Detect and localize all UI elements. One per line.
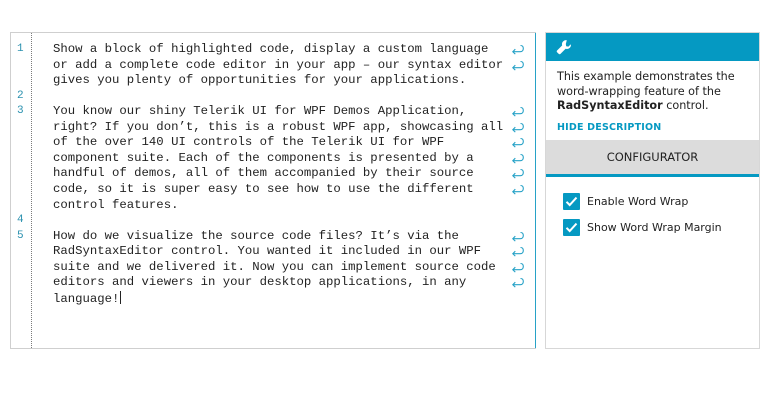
wrench-icon[interactable]: [556, 39, 572, 55]
code-line: gives you plenty of opportunities for yo…: [53, 73, 467, 88]
syntax-editor[interactable]: 1 2 3 4 5 Show a block of highlighted code, …: [10, 32, 536, 349]
code-line: editors and viewers in your desktop appl…: [53, 275, 467, 290]
line-number: 4: [17, 214, 24, 227]
code-line: How do we visualize the source code file…: [53, 228, 459, 243]
word-wrap-glyph-icon: [509, 275, 525, 290]
code-line: You know our shiny Telerik UI for WPF De…: [53, 104, 467, 119]
enable-word-wrap-label: Enable Word Wrap: [587, 194, 689, 208]
word-wrap-glyph-icon: [509, 58, 525, 73]
word-wrap-glyph-icon: [509, 151, 525, 166]
word-wrap-glyph-icon: [509, 104, 525, 119]
word-wrap-glyph-icon: [509, 166, 525, 181]
configurator-header: CONFIGURATOR: [546, 140, 759, 177]
word-wrap-glyph-icon: [509, 120, 525, 135]
description-suffix: control.: [662, 99, 709, 112]
code-line: control features.: [53, 197, 179, 212]
word-wrap-glyph-icon: [509, 244, 525, 259]
line-number: 2: [17, 89, 24, 102]
enable-word-wrap-checkbox[interactable]: Enable Word Wrap: [563, 192, 688, 210]
line-number: 1: [17, 43, 24, 55]
word-wrap-glyph-icon: [509, 229, 525, 244]
code-line: component suite. Each of the components …: [53, 150, 474, 165]
example-panel: This example demonstrates the word-wrapp…: [545, 32, 760, 349]
checkbox-checked-icon[interactable]: [563, 218, 580, 236]
description-control-name: RadSyntaxEditor: [557, 99, 663, 112]
code-line: RadSyntaxEditor control. You wanted it i…: [53, 244, 482, 259]
configurator-label: CONFIGURATOR: [606, 150, 699, 164]
word-wrap-glyph-icon: [509, 260, 525, 275]
code-line: handful of demos, all of them accompanie…: [53, 166, 474, 181]
code-line: suite and we delivered it. Now you can i…: [53, 259, 496, 274]
word-wrap-glyph-icon: [509, 135, 525, 150]
gutter-separator: [31, 33, 32, 348]
text-caret: [120, 290, 122, 304]
line-number: 5: [17, 229, 24, 242]
show-word-wrap-margin-checkbox[interactable]: Show Word Wrap Margin: [563, 218, 722, 236]
checkbox-checked-icon[interactable]: [563, 192, 580, 210]
word-wrap-margin: [535, 33, 536, 348]
code-line: right? If you don’t, this is a robust WP…: [53, 119, 504, 134]
code-line: language!: [53, 290, 122, 306]
description-text: This example demonstrates the word-wrapp…: [557, 70, 735, 98]
line-number-gutter: 1 2 3 4 5: [11, 33, 33, 348]
code-line: of the over 140 UI controls of the Teler…: [53, 135, 445, 150]
example-description: This example demonstrates the word-wrapp…: [557, 70, 757, 114]
hide-description-link[interactable]: HIDE DESCRIPTION: [557, 122, 661, 133]
code-line: code, so it is super easy to see how to …: [53, 181, 474, 196]
code-line: or add a complete code editor in your ap…: [53, 57, 504, 72]
code-line: Show a block of highlighted code, displa…: [53, 42, 489, 56]
word-wrap-glyph-icon: [509, 42, 525, 57]
word-wrap-glyph-icon: [509, 182, 525, 197]
panel-header: [546, 33, 759, 61]
line-number: 3: [17, 105, 24, 118]
show-word-wrap-margin-label: Show Word Wrap Margin: [587, 220, 722, 234]
